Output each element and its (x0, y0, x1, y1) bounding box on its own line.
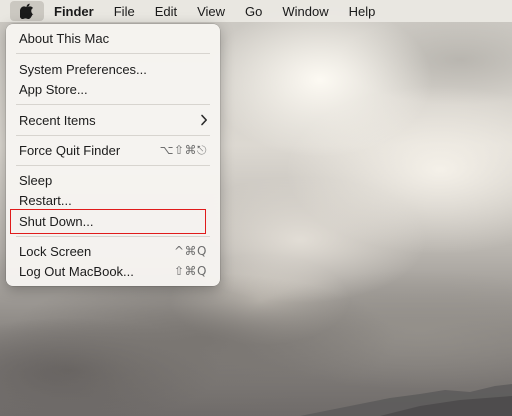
menu-item-label: About This Mac (19, 30, 110, 46)
menu-item-sleep[interactable]: Sleep (6, 170, 220, 190)
menu-item-app-store[interactable]: App Store... (6, 79, 220, 99)
menu-file[interactable]: File (104, 0, 145, 22)
menu-item-force-quit[interactable]: Force Quit Finder ⌥⇧⌘⎋ (6, 140, 220, 160)
menu-item-log-out[interactable]: Log Out MacBook... ⇧⌘Q (6, 261, 220, 281)
menu-item-label: Log Out MacBook... (19, 263, 134, 279)
menu-item-lock-screen[interactable]: Lock Screen ^⌘Q (6, 241, 220, 261)
menu-separator (16, 53, 210, 54)
apple-logo-icon (20, 3, 34, 19)
menu-item-recent-items[interactable]: Recent Items (6, 110, 220, 130)
menu-separator (16, 165, 210, 166)
menu-bar: Finder File Edit View Go Window Help (0, 0, 512, 22)
menu-item-label: Sleep (19, 172, 53, 188)
menu-item-label: App Store... (19, 81, 88, 97)
menu-item-label: Force Quit Finder (19, 142, 121, 158)
menu-item-label: Shut Down... (19, 213, 94, 229)
menu-item-shut-down[interactable]: Shut Down... (6, 211, 220, 231)
menu-item-label: Recent Items (19, 112, 96, 128)
menu-go[interactable]: Go (235, 0, 272, 22)
shortcut-hint: ⌥⇧⌘⎋ (159, 142, 207, 157)
apple-dropdown-menu: About This Mac System Preferences... App… (6, 24, 220, 286)
menu-item-label: Restart... (19, 192, 72, 208)
menu-separator (16, 135, 210, 136)
menu-separator (16, 236, 210, 237)
menu-view[interactable]: View (187, 0, 235, 22)
menu-edit[interactable]: Edit (145, 0, 187, 22)
menu-item-system-preferences[interactable]: System Preferences... (6, 59, 220, 79)
menu-item-about-this-mac[interactable]: About This Mac (6, 28, 220, 48)
chevron-right-icon (201, 114, 207, 126)
menu-item-restart[interactable]: Restart... (6, 190, 220, 210)
shortcut-hint: ⇧⌘Q (174, 264, 207, 278)
apple-menu-button[interactable] (10, 1, 44, 21)
menu-finder[interactable]: Finder (44, 0, 104, 22)
menu-separator (16, 104, 210, 105)
menu-item-label: System Preferences... (19, 61, 147, 77)
menu-item-label: Lock Screen (19, 243, 92, 259)
shortcut-hint: ^⌘Q (174, 244, 207, 258)
menu-help[interactable]: Help (339, 0, 386, 22)
menu-window[interactable]: Window (272, 0, 338, 22)
